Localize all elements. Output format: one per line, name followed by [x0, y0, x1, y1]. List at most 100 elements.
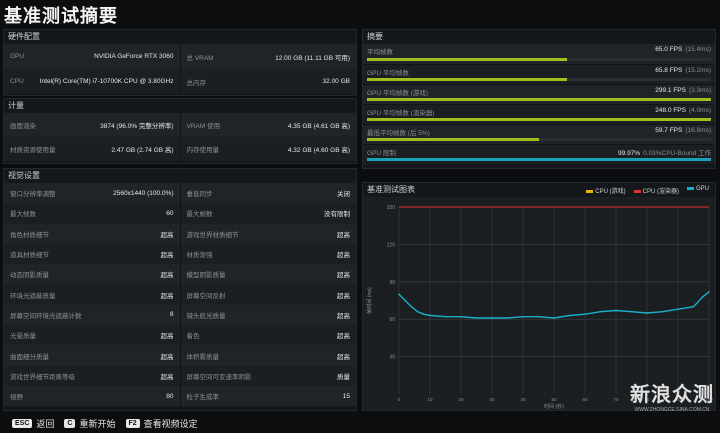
summary-value-group: 65.0 FPS (15.4ms)	[655, 46, 711, 56]
summary-value: 65.8 FPS	[655, 67, 683, 74]
metrics-row: 材质资源使用量 2.47 GB (2.74 GB 高) 内存使用量 4.32 GB …	[4, 137, 356, 161]
metrics-cell: 画面渲染 3874 (96.0% 完整分辨率)	[4, 113, 180, 137]
setting-label: 镜头航光质量	[186, 312, 226, 320]
summary-label: GPU 平均帧数	[367, 70, 409, 77]
series-point	[416, 310, 419, 313]
setting-cell: 最大帧数 60	[4, 203, 180, 223]
video-settings-list: 窗口分辨率调整 2560x1440 (100.0%) 垂直同步 关闭 最大帧数 60 最大帧…	[4, 183, 357, 407]
summary-extra: (3.3ms)	[688, 87, 711, 94]
metrics-value: 4.32 GB (4.60 GB 高)	[287, 147, 350, 154]
metrics-value: 2.47 GB (2.74 GB 高)	[111, 147, 174, 154]
setting-value: 超高	[160, 292, 174, 300]
legend-item: GPU	[686, 186, 709, 195]
series-point	[568, 314, 571, 317]
action-f2-button[interactable]: F2 查看视频设定	[125, 417, 198, 430]
series-point	[429, 314, 431, 317]
series-point	[661, 310, 664, 313]
setting-cell: 最大帧数 没有限制	[179, 203, 357, 224]
series-point	[460, 315, 462, 318]
x-tick-label: 40	[520, 397, 526, 402]
y-tick-label: 120	[387, 242, 396, 248]
setting-cell: 环境光遮蔽质量 超高	[4, 284, 180, 304]
setting-row: 视野 80 粒子生成率 15	[4, 385, 357, 407]
setting-cell: 屏幕空间可变速率阴影 质量	[179, 365, 357, 386]
hardware-label: 总 VRAM	[186, 54, 214, 62]
metrics-cell: 材质资源使用量 2.47 GB (2.74 GB 高)	[4, 137, 180, 161]
metrics-cell: VRAM 使用 4.35 GB (4.61 GB 高)	[179, 113, 357, 137]
setting-row: 屏幕空间环境光遮蔽计数 8 镜头航光质量 超高	[4, 304, 356, 326]
summary-line: GPU 平均帧数 65.8 FPS (15.2ms)	[367, 67, 711, 77]
setting-cell: 角色材质细节 超高	[4, 224, 180, 244]
setting-cell: 粒子生成率 15	[179, 385, 357, 407]
setting-label: 视野	[10, 394, 23, 402]
hardware-cell: 总 VRAM 12.00 GB (11.11 GB 可用)	[179, 44, 357, 69]
watermark-text: 新浪众测	[630, 384, 714, 406]
summary-extra: (15.4ms)	[685, 46, 711, 53]
summary-bar	[367, 78, 711, 81]
summary-row: 平均帧数 65.0 FPS (15.4ms)	[363, 44, 715, 64]
summary-bar	[367, 138, 711, 141]
summary-extra: (16.8ms)	[685, 127, 711, 134]
setting-cell: 动态阴影质量 超高	[4, 264, 180, 284]
action-esc-button[interactable]: ESC 返回	[12, 417, 54, 430]
legend-item: CPU (游戏)	[586, 186, 626, 195]
hardware-value: 12.00 GB (11.11 GB 可用)	[275, 54, 350, 62]
legend-label: GPU	[695, 186, 709, 192]
metrics-label: VRAM 使用	[186, 123, 221, 130]
x-tick-label: 10	[427, 397, 433, 402]
setting-label: 最大帧数	[10, 211, 36, 219]
setting-value: 超高	[160, 252, 174, 260]
summary-label: 平均帧数	[367, 49, 393, 56]
setting-value: 60	[166, 209, 174, 217]
hardware-label: GPU	[10, 53, 25, 60]
series-point	[410, 305, 413, 308]
action-c-button[interactable]: C 重新开始	[64, 417, 116, 430]
hardware-value: NVIDIA GeForce RTX 3060	[94, 53, 174, 60]
legend-swatch	[586, 189, 594, 193]
x-tick-label: 60	[582, 397, 588, 402]
legend-swatch	[686, 186, 694, 190]
summary-header: 摘要	[367, 32, 383, 41]
summary-label: GPU 平均帧数 (游戏)	[367, 90, 429, 97]
summary-row: GPU 限制 99.97% 0.03%CPU-Bound 工作	[363, 144, 715, 164]
setting-label: 游戏世界细节距离等级	[10, 373, 75, 381]
summary-row: GPU 平均帧数 65.8 FPS (15.2ms)	[363, 64, 715, 84]
hardware-value: Intel(R) Core(TM) i7-10700K CPU @ 3.80GH…	[39, 78, 174, 85]
legend-item: CPU (渲染器)	[633, 186, 679, 195]
series-point	[506, 317, 509, 319]
graph-legend: CPU (游戏) CPU (渲染器) GPU	[586, 186, 709, 195]
setting-cell: 窗口分辨率调整 2560x1440 (100.0%)	[4, 183, 180, 203]
page-title: 基准测试摘要	[4, 6, 118, 26]
setting-value: 超高	[337, 252, 350, 260]
summary-row: 最低平均帧数 (后 5%) 59.7 FPS (16.8ms)	[363, 124, 715, 144]
benchmark-graph-panel: 基准测试图表 CPU (游戏) CPU (渲染器) GPU 30 60 90 120 150…	[362, 182, 716, 411]
setting-value: 8	[169, 311, 174, 319]
summary-label: 最低平均帧数 (后 5%)	[367, 130, 430, 137]
summary-bar	[367, 118, 711, 121]
summary-value: 248.0 FPS	[655, 107, 686, 114]
key-cap: ESC	[12, 418, 33, 428]
setting-label: 垂直同步	[186, 191, 213, 199]
summary-row: GPU 平均帧数 (游戏) 299.1 FPS (3.3ms)	[363, 84, 715, 104]
setting-cell: 着色 超高	[179, 325, 357, 346]
series-point	[702, 295, 704, 298]
setting-cell: 垂直同步 关闭	[179, 183, 357, 204]
summary-extra: (4.0ms)	[688, 107, 711, 114]
setting-value: 超高	[160, 333, 174, 341]
setting-value: 2560x1440 (100.0%)	[113, 189, 174, 197]
setting-cell: 游戏世界细节距离等级 超高	[4, 366, 180, 386]
setting-value: 超高	[160, 373, 174, 381]
setting-label: 模型阴影质量	[186, 272, 226, 280]
setting-label: 体积雾质量	[186, 353, 220, 361]
setting-value: 关闭	[337, 191, 350, 199]
series-point	[404, 299, 406, 302]
summary-label: GPU 平均帧数 (渲染器)	[367, 110, 435, 117]
summary-value: 99.97%	[618, 150, 641, 157]
setting-value: 超高	[160, 231, 174, 239]
metrics-panel: 计量 画面渲染 3874 (96.0% 完整分辨率) VRAM 使用 4.35 GB…	[3, 98, 357, 164]
setting-cell: 道具材质细节 超高	[4, 244, 180, 264]
hardware-header: 硬件配置	[8, 32, 40, 41]
metrics-label: 材质资源使用量	[10, 147, 56, 154]
hardware-cell: GPU NVIDIA GeForce RTX 3060	[4, 44, 180, 69]
setting-cell: 材质渐强 超高	[179, 243, 357, 265]
